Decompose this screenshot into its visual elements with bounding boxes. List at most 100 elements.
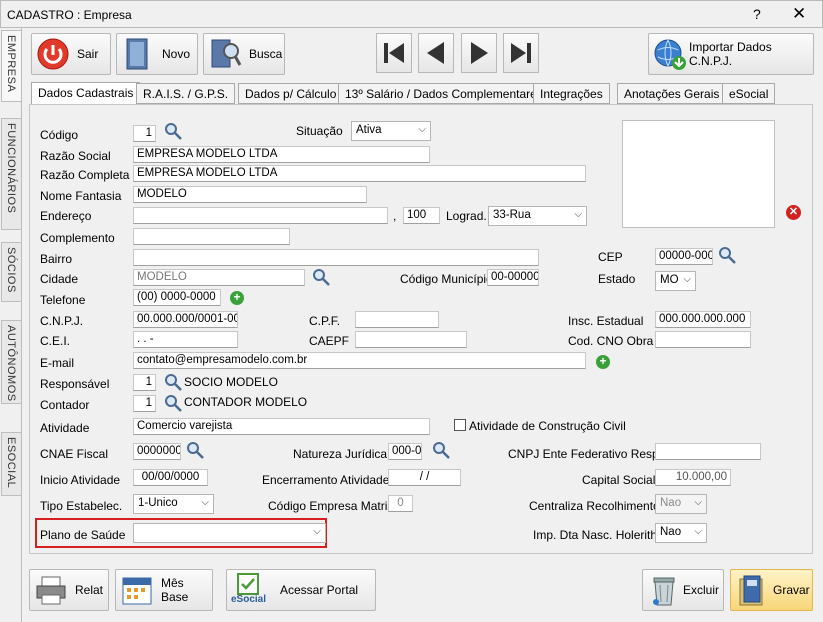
search-icon[interactable] [164, 373, 182, 391]
tab-esocial[interactable]: eSocial [722, 83, 776, 104]
cpf-field[interactable] [355, 311, 439, 328]
razao-completa-field[interactable]: EMPRESA MODELO LTDA [133, 165, 586, 182]
cei-field[interactable]: . . - [133, 331, 238, 348]
atividade-construcao-checkbox[interactable] [454, 419, 466, 431]
search-icon[interactable] [164, 394, 182, 412]
tipo-estabelec-label: Tipo Estabelec. [40, 499, 123, 513]
codigo-municipio-label: Código Município [400, 272, 493, 286]
codigo-field[interactable]: 1 [133, 125, 156, 142]
tab-dados-cadastrais[interactable]: Dados Cadastrais [31, 82, 141, 105]
cidade-field[interactable]: MODELO [133, 269, 305, 286]
telefone-label: Telefone [40, 293, 86, 307]
cno-field[interactable] [655, 331, 751, 348]
chevron-down-icon: ⌵ [694, 497, 702, 508]
tab-dados-calculo[interactable]: Dados p/ Cálculo [238, 83, 344, 104]
sair-button[interactable]: Sair [31, 33, 111, 75]
cnae-label: CNAE Fiscal [40, 447, 109, 461]
previous-record-button[interactable] [418, 33, 454, 73]
contador-code-field[interactable]: 1 [133, 395, 156, 412]
side-tab-esocial[interactable]: ESOCIAL [1, 432, 21, 496]
cep-field[interactable]: 00000-000 [655, 248, 713, 265]
mes-base-button[interactable]: Mês Base [115, 569, 213, 611]
telefone-field[interactable]: (00) 0000-0000 [133, 289, 221, 306]
estado-select[interactable]: MO ⌵ [655, 271, 696, 291]
globe-download-icon [652, 36, 688, 72]
novo-button[interactable]: Novo [116, 33, 198, 75]
busca-button[interactable]: Busca [203, 33, 285, 75]
first-record-button[interactable] [376, 33, 412, 73]
trash-icon [646, 572, 682, 608]
razao-social-field[interactable]: EMPRESA MODELO LTDA [133, 146, 430, 163]
bairro-field[interactable] [133, 249, 539, 266]
contador-name: CONTADOR MODELO [184, 395, 308, 409]
encerramento-field[interactable]: / / [388, 469, 461, 486]
add-phone-icon[interactable]: + [230, 291, 244, 305]
calendar-icon [119, 572, 155, 608]
tab-anotacoes-gerais[interactable]: Anotações Gerais [617, 83, 727, 104]
side-tab-socios[interactable]: SÓCIOS [1, 242, 21, 302]
centraliza-label: Centraliza Recolhimento [529, 499, 660, 513]
insc-estadual-field[interactable]: 000.000.000.000 [655, 311, 751, 328]
relat-button[interactable]: Relat [29, 569, 109, 611]
add-email-icon[interactable]: + [596, 355, 610, 369]
natureza-field[interactable]: 000-0 [388, 443, 422, 460]
acessar-portal-button[interactable]: eSocial Acessar Portal [226, 569, 376, 611]
centraliza-select[interactable]: Nao ⌵ [655, 494, 707, 514]
importar-cnpj-button[interactable]: Importar Dados C.N.P.J. [648, 33, 814, 75]
caepf-label: CAEPF [309, 334, 350, 348]
tab-integracoes[interactable]: Integrações [533, 83, 610, 104]
cnpj-ente-field[interactable] [655, 443, 761, 460]
lograd-select[interactable]: 33-Rua ⌵ [488, 206, 587, 226]
tipo-estabelec-select[interactable]: 1-Unico ⌵ [133, 494, 214, 514]
bairro-label: Bairro [40, 252, 73, 266]
comma-separator: , [393, 209, 397, 223]
capital-social-field[interactable]: 10.000,00 [655, 469, 731, 486]
codigo-municipio-field[interactable]: 00-00000 [487, 269, 539, 286]
endereco-label: Endereço [40, 209, 92, 223]
complemento-label: Complemento [40, 231, 115, 245]
side-tab-funcionarios[interactable]: FUNCIONÁRIOS [1, 118, 21, 230]
close-button[interactable]: ✕ [792, 4, 806, 24]
tab-13-salario[interactable]: 13º Salário / Dados Complementares [338, 83, 550, 104]
plano-saude-select[interactable]: ⌵ [133, 523, 326, 543]
numero-field[interactable]: 100 [403, 207, 440, 224]
search-icon[interactable] [164, 122, 182, 140]
logo-image-box[interactable] [622, 120, 775, 228]
gravar-button[interactable]: Gravar [730, 569, 813, 611]
endereco-field[interactable] [133, 207, 388, 224]
search-icon[interactable] [186, 441, 204, 459]
imp-dta-nasc-select[interactable]: Nao ⌵ [655, 523, 707, 543]
email-field[interactable]: contato@empresamodelo.com.br [133, 352, 586, 369]
insc-estadual-label: Insc. Estadual [568, 314, 644, 328]
next-record-button[interactable] [461, 33, 497, 73]
previous-icon [427, 42, 444, 64]
responsavel-code-field[interactable]: 1 [133, 374, 156, 391]
cnpj-field[interactable]: 00.000.000/0001-00 [133, 311, 238, 328]
last-record-button[interactable] [503, 33, 539, 73]
situacao-select[interactable]: Ativa ⌵ [351, 121, 431, 141]
side-tab-autonomos[interactable]: AUTÔNOMOS [1, 320, 21, 404]
cep-label: CEP [598, 250, 623, 264]
help-button[interactable]: ? [753, 6, 761, 22]
matriz-field[interactable]: 0 [388, 495, 413, 512]
chevron-down-icon: ⌵ [683, 274, 691, 285]
remove-image-icon[interactable]: ✕ [786, 205, 801, 220]
tab-rais-gps[interactable]: R.A.I.S. / G.P.S. [136, 83, 236, 104]
excluir-button[interactable]: Excluir [642, 569, 724, 611]
caepf-field[interactable] [355, 331, 467, 348]
atividade-field[interactable]: Comercio varejista [133, 418, 430, 435]
inicio-atividade-field[interactable]: 00/00/0000 [133, 469, 208, 486]
cnae-field[interactable]: 0000000 [133, 443, 181, 460]
nome-fantasia-field[interactable]: MODELO [133, 186, 367, 203]
search-icon[interactable] [432, 441, 450, 459]
side-tab-empresa[interactable]: EMPRESA [1, 30, 21, 102]
search-icon[interactable] [312, 268, 330, 286]
complemento-field[interactable] [133, 228, 290, 245]
chevron-down-icon: ⌵ [418, 124, 426, 135]
razao-completa-label: Razão Completa [40, 168, 130, 182]
responsavel-label: Responsável [40, 377, 110, 391]
natureza-label: Natureza Jurídica [293, 447, 388, 461]
inicio-atividade-label: Inicio Atividade [40, 473, 121, 487]
search-icon[interactable] [718, 246, 736, 264]
printer-icon [33, 572, 69, 608]
